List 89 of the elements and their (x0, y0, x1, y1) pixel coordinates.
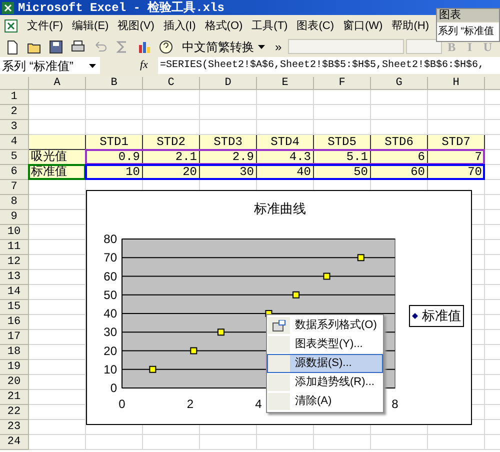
menu-item[interactable]: 清除(A) (267, 392, 383, 411)
row-header[interactable]: 10 (0, 225, 29, 240)
y-tick-label: 30 (104, 325, 117, 340)
row-header[interactable]: 19 (0, 360, 29, 375)
row-header[interactable]: 17 (0, 330, 29, 345)
y-tick-label: 70 (104, 250, 117, 265)
data-point[interactable] (323, 272, 330, 280)
table-cell: STD7 (428, 135, 485, 150)
menu-item[interactable]: 源数据(S)... (267, 354, 383, 373)
row-header[interactable]: 13 (0, 270, 29, 285)
chart-title: 标准曲线 (254, 201, 306, 216)
data-point[interactable] (292, 291, 300, 298)
menu-item[interactable]: 添加趋势线(R)... (267, 373, 383, 392)
row-header[interactable]: 2 (0, 105, 29, 120)
row-header[interactable]: 4 (0, 135, 29, 150)
column-header[interactable]: A (29, 77, 86, 90)
function-label[interactable]: fx (140, 57, 148, 74)
column-header[interactable]: H (428, 77, 485, 90)
data-point[interactable] (149, 366, 156, 373)
menu-item[interactable]: 文件(F) (27, 18, 64, 34)
y-tick-label: 0 (110, 381, 117, 395)
menu-item[interactable]: 格式(O) (204, 18, 243, 34)
column-header[interactable]: D (200, 77, 257, 90)
row-header[interactable]: 3 (0, 120, 29, 135)
table-cell: STD3 (200, 135, 257, 150)
data-point[interactable] (190, 347, 198, 354)
row-header[interactable]: 12 (0, 255, 29, 270)
spreadsheet-icon (2, 2, 14, 14)
data-point[interactable] (217, 328, 224, 336)
table-cell: STD6 (371, 135, 428, 150)
series-selector[interactable]: 系列 “标准值 (437, 23, 499, 41)
column-header[interactable]: F (314, 77, 371, 90)
caret-icon (258, 44, 265, 48)
row-header[interactable]: 18 (0, 345, 29, 360)
menu-item[interactable]: 图表类型(Y)... (267, 335, 383, 354)
name-box[interactable]: 系列 “标准值” (0, 57, 100, 74)
legend-label: 标准值 (422, 307, 461, 325)
menu-item[interactable]: 图表(C) (296, 18, 334, 34)
row-header[interactable]: 5 (0, 150, 29, 165)
x-tick-label: 4 (255, 397, 262, 411)
y-tick-label: 80 (104, 232, 117, 246)
column-header[interactable]: B (86, 77, 143, 90)
x-tick-label: 8 (392, 397, 398, 411)
row-header[interactable]: 16 (0, 315, 29, 330)
more-button[interactable]: » (271, 38, 286, 56)
caret-icon (89, 64, 96, 68)
menu-item[interactable]: 编辑(E) (72, 18, 109, 34)
table-cell: STD1 (86, 135, 143, 150)
diamond-icon (412, 312, 418, 319)
window-title: Microsoft Excel - 检验工具.xls (18, 0, 224, 16)
menu-item[interactable]: 工具(T) (252, 18, 288, 34)
row-header[interactable]: 7 (0, 180, 29, 195)
y-tick-label: 60 (104, 269, 117, 284)
menu-item[interactable]: 视图(V) (118, 18, 154, 34)
spreadsheet-icon (4, 19, 18, 33)
convert-button[interactable]: 中文简繁转换 (178, 38, 269, 56)
row-header[interactable]: 8 (0, 195, 29, 210)
y-tick-label: 10 (104, 362, 117, 376)
column-header[interactable]: E (257, 77, 314, 90)
menu-item[interactable]: 窗口(W) (343, 18, 383, 34)
row-header[interactable]: 23 (0, 420, 29, 435)
row-header[interactable]: 14 (0, 285, 29, 300)
table-cell: 吸光值 (29, 150, 86, 165)
row-header[interactable]: 22 (0, 405, 29, 420)
row-header[interactable]: 6 (0, 165, 29, 180)
y-tick-label: 50 (104, 288, 117, 302)
menu-item[interactable]: 数据系列格式(O) (267, 316, 383, 335)
table-cell: STD2 (143, 135, 200, 150)
y-tick-label: 20 (104, 344, 117, 358)
formula-field[interactable]: =SERIES(Sheet2!$A$6,Sheet2!$B$5:$H$5,Sheet2!$B$6:$H$6, (158, 57, 500, 74)
column-header[interactable]: C (143, 77, 200, 90)
row-header[interactable]: 9 (0, 210, 29, 225)
row-header[interactable]: 11 (0, 240, 29, 255)
row-header[interactable]: 15 (0, 300, 29, 315)
toolbar-title: 图表 (437, 9, 499, 22)
format-icon (272, 320, 286, 332)
row-header[interactable]: 20 (0, 375, 29, 390)
menu-item[interactable]: 帮助(H) (392, 18, 429, 34)
row-header[interactable]: 1 (0, 90, 29, 105)
column-header[interactable]: G (371, 77, 428, 90)
table-cell: STD4 (257, 135, 314, 150)
x-tick-label: 2 (186, 397, 194, 411)
x-tick-label: 0 (118, 397, 126, 411)
table-cell: STD5 (314, 135, 371, 150)
menu-item[interactable]: 插入(I) (163, 18, 196, 34)
row-header[interactable]: 24 (0, 435, 29, 450)
y-tick-label: 40 (104, 306, 117, 320)
row-header[interactable]: 21 (0, 390, 29, 405)
data-point[interactable] (357, 254, 364, 262)
